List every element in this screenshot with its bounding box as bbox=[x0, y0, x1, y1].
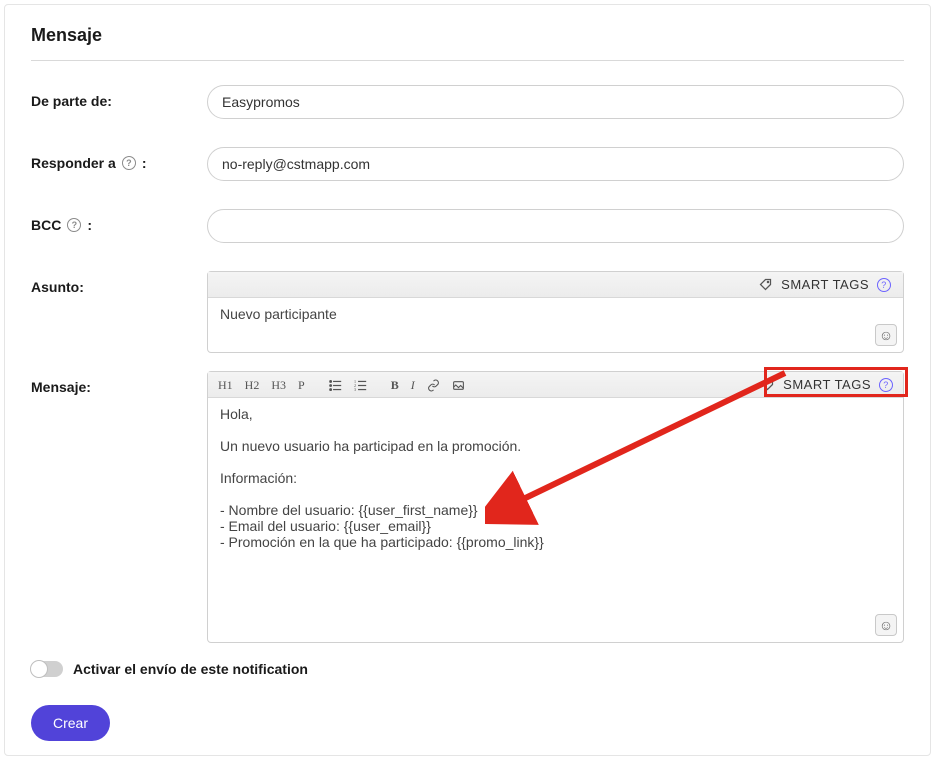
bcc-input[interactable] bbox=[207, 209, 904, 243]
message-label: Mensaje: bbox=[31, 371, 207, 395]
section-title: Mensaje bbox=[31, 25, 904, 46]
h1-button[interactable]: H1 bbox=[214, 375, 237, 395]
bcc-label: BCC ? : bbox=[31, 209, 207, 233]
smart-tags-button-subject[interactable]: SMART TAGS ? bbox=[754, 277, 895, 292]
subject-editor[interactable]: Nuevo participante ☺ bbox=[208, 298, 903, 352]
ordered-list-button[interactable]: 123 bbox=[350, 375, 371, 395]
subject-text: Nuevo participante bbox=[220, 306, 337, 322]
smart-tags-button-message[interactable]: SMART TAGS ? bbox=[756, 377, 897, 392]
svg-text:3: 3 bbox=[354, 387, 356, 392]
message-editor[interactable]: Hola, Un nuevo usuario ha participad en … bbox=[208, 398, 903, 642]
message-body: Hola, Un nuevo usuario ha participad en … bbox=[220, 406, 891, 550]
reply-to-label: Responder a ? : bbox=[31, 147, 207, 171]
subject-label: Asunto: bbox=[31, 271, 207, 295]
italic-button[interactable]: I bbox=[407, 375, 419, 395]
image-button[interactable] bbox=[448, 375, 469, 395]
unordered-list-button[interactable] bbox=[325, 375, 346, 395]
emoji-button[interactable]: ☺ bbox=[875, 614, 897, 636]
activate-toggle[interactable] bbox=[31, 661, 63, 677]
divider bbox=[31, 60, 904, 61]
h3-button[interactable]: H3 bbox=[267, 375, 290, 395]
help-icon[interactable]: ? bbox=[122, 156, 136, 170]
help-icon[interactable]: ? bbox=[879, 378, 893, 392]
tag-icon bbox=[758, 277, 773, 292]
link-button[interactable] bbox=[423, 375, 444, 395]
help-icon[interactable]: ? bbox=[67, 218, 81, 232]
paragraph-button[interactable]: P bbox=[294, 375, 309, 395]
emoji-button[interactable]: ☺ bbox=[875, 324, 897, 346]
toggle-label: Activar el envío de este notification bbox=[73, 661, 308, 677]
reply-to-input[interactable] bbox=[207, 147, 904, 181]
tag-icon bbox=[760, 377, 775, 392]
bold-button[interactable]: B bbox=[387, 375, 403, 395]
h2-button[interactable]: H2 bbox=[241, 375, 264, 395]
from-input[interactable] bbox=[207, 85, 904, 119]
create-button[interactable]: Crear bbox=[31, 705, 110, 741]
from-label: De parte de: bbox=[31, 85, 207, 109]
help-icon[interactable]: ? bbox=[877, 278, 891, 292]
